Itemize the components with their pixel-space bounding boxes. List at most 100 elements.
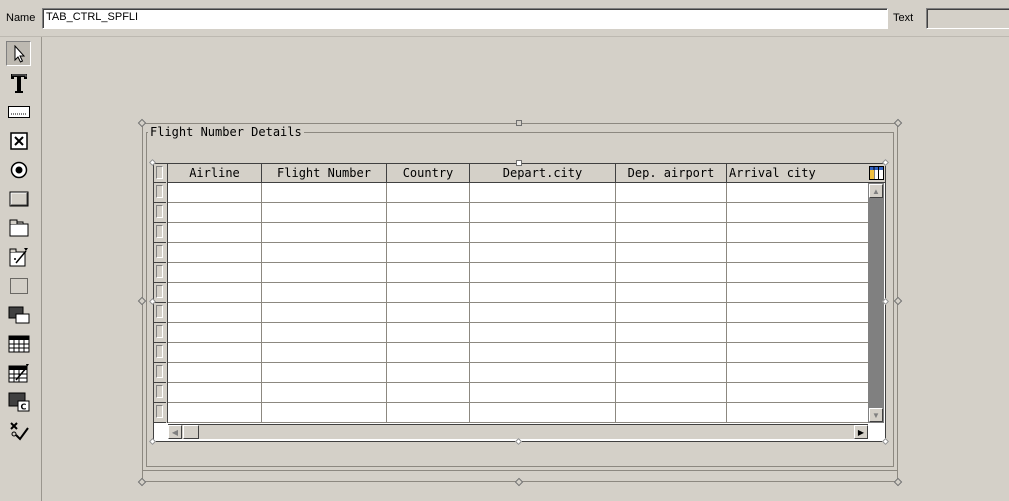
name-field[interactable]: TAB_CTRL_SPFLI (42, 8, 888, 29)
table-cell[interactable] (168, 223, 262, 243)
table-control-tool[interactable] (6, 331, 31, 356)
pushbutton-tool[interactable] (6, 186, 31, 211)
row-selector[interactable] (154, 343, 166, 363)
table-cell[interactable] (727, 263, 871, 283)
table-cell[interactable] (262, 223, 387, 243)
table-cell[interactable] (262, 343, 387, 363)
radio-button-tool[interactable] (6, 157, 31, 182)
scroll-up-button[interactable]: ▲ (869, 184, 883, 198)
table-cell[interactable] (616, 243, 727, 263)
column-header[interactable]: Flight Number (262, 164, 387, 183)
row-selector[interactable] (154, 263, 166, 283)
table-cell[interactable] (168, 343, 262, 363)
table-cell[interactable] (168, 303, 262, 323)
table-cell[interactable] (727, 363, 871, 383)
row-selector[interactable] (154, 203, 166, 223)
table-cell[interactable] (387, 343, 470, 363)
table-cell[interactable] (387, 323, 470, 343)
custom-control-tool[interactable]: C (6, 389, 31, 414)
table-cell[interactable] (727, 223, 871, 243)
table-control-wizard-tool[interactable] (6, 360, 31, 385)
text-field[interactable] (926, 8, 1009, 29)
table-cell[interactable] (387, 263, 470, 283)
table-cell[interactable] (262, 383, 387, 403)
table-cell[interactable] (168, 243, 262, 263)
table-cell[interactable] (387, 403, 470, 423)
table-cell[interactable] (168, 203, 262, 223)
row-selector[interactable] (154, 323, 166, 343)
table-cell[interactable] (168, 383, 262, 403)
table-cell[interactable] (168, 283, 262, 303)
table-cell[interactable] (470, 263, 616, 283)
table-cell[interactable] (262, 243, 387, 263)
table-cell[interactable] (470, 203, 616, 223)
table-cell[interactable] (616, 323, 727, 343)
table-cell[interactable] (387, 243, 470, 263)
row-selector[interactable] (154, 223, 166, 243)
column-header[interactable]: Country (387, 164, 470, 183)
table-cell[interactable] (470, 343, 616, 363)
row-selector[interactable] (154, 243, 166, 263)
table-cell[interactable] (727, 383, 871, 403)
row-selector[interactable] (154, 383, 166, 403)
table-cell[interactable] (168, 183, 262, 203)
table-cell[interactable] (616, 403, 727, 423)
select-all-rows-button[interactable] (154, 164, 166, 183)
vertical-scrollbar[interactable]: ▲ ▼ (868, 183, 884, 423)
column-header[interactable]: Airline (168, 164, 262, 183)
column-header[interactable]: Dep. airport (616, 164, 727, 183)
table-cell[interactable] (262, 363, 387, 383)
horizontal-scroll-thumb[interactable] (183, 425, 199, 439)
table-cell[interactable] (387, 203, 470, 223)
table-cell[interactable] (727, 323, 871, 343)
table-cell[interactable] (262, 283, 387, 303)
row-selector[interactable] (154, 303, 166, 323)
table-cell[interactable] (470, 223, 616, 243)
table-cell[interactable] (616, 183, 727, 203)
table-cell[interactable] (168, 323, 262, 343)
table-cell[interactable] (727, 183, 871, 203)
table-cell[interactable] (262, 303, 387, 323)
pointer-tool[interactable] (6, 41, 31, 66)
table-cell[interactable] (262, 203, 387, 223)
table-cell[interactable] (168, 263, 262, 283)
table-cell[interactable] (470, 363, 616, 383)
table-cell[interactable] (387, 303, 470, 323)
input-field-tool[interactable] (6, 99, 31, 124)
table-settings-button[interactable] (867, 164, 885, 183)
table-cell[interactable] (616, 223, 727, 243)
subscreen-tool[interactable] (6, 302, 31, 327)
table-cell[interactable] (470, 323, 616, 343)
table-cell[interactable] (727, 303, 871, 323)
table-cell[interactable] (262, 183, 387, 203)
table-cell[interactable] (168, 403, 262, 423)
row-selector[interactable] (154, 403, 166, 423)
table-cell[interactable] (727, 243, 871, 263)
table-cell[interactable] (616, 283, 727, 303)
table-cell[interactable] (262, 263, 387, 283)
column-header[interactable]: Depart.city (470, 164, 616, 183)
text-field-tool[interactable] (6, 70, 31, 95)
table-control[interactable]: Airline Flight Number Country Depart.city De… (153, 163, 886, 442)
table-cell[interactable] (387, 223, 470, 243)
row-selector[interactable] (154, 183, 166, 203)
table-cell[interactable] (470, 303, 616, 323)
scroll-right-button[interactable]: ▶ (854, 425, 868, 439)
table-cell[interactable] (387, 363, 470, 383)
table-cell[interactable] (727, 283, 871, 303)
status-icon-tool[interactable] (6, 418, 31, 443)
row-selector[interactable] (154, 363, 166, 383)
table-cell[interactable] (727, 203, 871, 223)
table-cell[interactable] (470, 403, 616, 423)
tabstrip-wizard-tool[interactable] (6, 244, 31, 269)
table-cell[interactable] (387, 383, 470, 403)
table-cell[interactable] (262, 323, 387, 343)
resize-handle[interactable] (516, 120, 522, 126)
table-cell[interactable] (168, 363, 262, 383)
scroll-left-button[interactable]: ◀ (168, 425, 182, 439)
table-cell[interactable] (387, 183, 470, 203)
column-header[interactable]: Arrival city (727, 164, 881, 183)
row-selector[interactable] (154, 283, 166, 303)
table-cell[interactable] (727, 403, 871, 423)
table-cell[interactable] (616, 363, 727, 383)
